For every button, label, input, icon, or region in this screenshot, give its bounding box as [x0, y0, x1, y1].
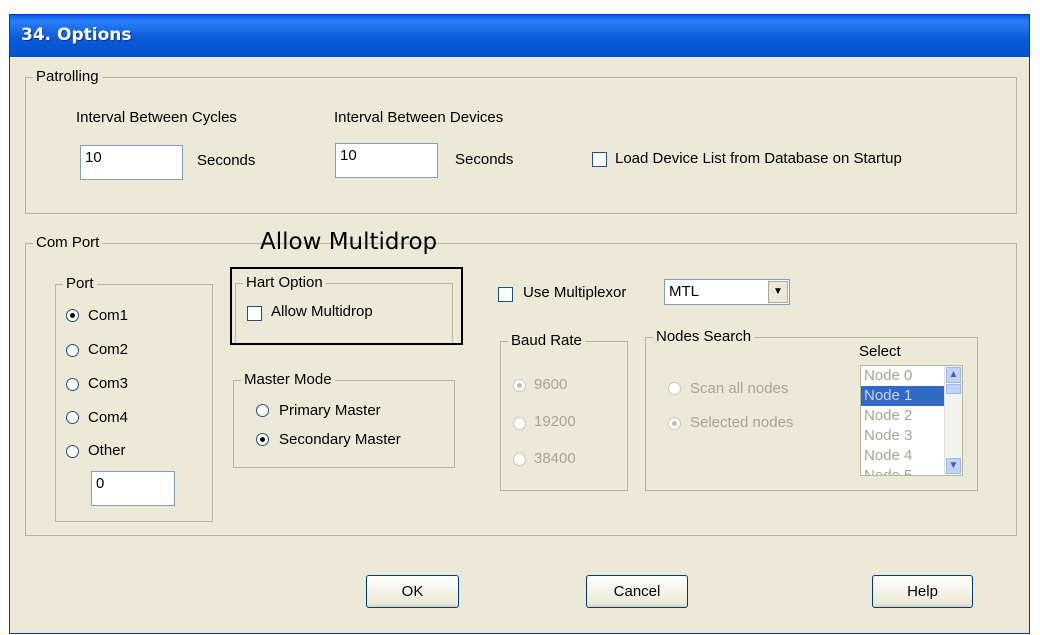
baud-9600-label[interactable]: 9600 — [534, 376, 567, 393]
port-other-input[interactable]: 0 — [91, 471, 175, 506]
secondary-master-radio[interactable] — [256, 433, 269, 446]
title-bar[interactable]: 34. Options — [10, 15, 1029, 57]
secondary-master-label[interactable]: Secondary Master — [279, 431, 401, 448]
baud-19200-label[interactable]: 19200 — [534, 413, 576, 430]
com-port-legend: Com Port — [33, 234, 103, 251]
window-title: 34. Options — [21, 25, 132, 45]
allow-multidrop-callout: Allow Multidrop — [260, 229, 438, 255]
master-mode-group: Master Mode — [233, 371, 455, 468]
cancel-button[interactable]: Cancel — [586, 575, 688, 608]
help-button[interactable]: Help — [872, 575, 973, 608]
port-com4-radio[interactable] — [66, 411, 79, 424]
port-com4-label[interactable]: Com4 — [88, 409, 128, 426]
patrolling-legend: Patrolling — [33, 68, 102, 85]
scroll-down-icon[interactable]: ▼ — [946, 458, 961, 474]
interval-cycles-unit: Seconds — [197, 152, 256, 169]
load-device-list-label[interactable]: Load Device List from Database on Startu… — [615, 150, 902, 167]
hart-option-highlight — [230, 267, 463, 345]
baud-9600-radio[interactable] — [513, 379, 526, 392]
select-label: Select — [859, 343, 901, 360]
port-com3-label[interactable]: Com3 — [88, 375, 128, 392]
interval-devices-unit: Seconds — [455, 151, 514, 168]
port-other-label[interactable]: Other — [88, 442, 126, 459]
interval-cycles-input[interactable]: 10 — [80, 145, 183, 180]
chevron-down-icon[interactable]: ▼ — [768, 281, 788, 303]
nodes-search-legend: Nodes Search — [653, 328, 755, 345]
node-list-scrollbar[interactable]: ▲ ▼ — [944, 366, 962, 475]
scroll-thumb[interactable] — [946, 384, 961, 394]
node-listbox[interactable]: Node 0 Node 1 Node 2 Node 3 Node 4 Node … — [860, 365, 963, 476]
use-multiplexor-checkbox[interactable] — [498, 287, 513, 302]
selected-nodes-label[interactable]: Selected nodes — [690, 414, 793, 431]
baud-38400-radio[interactable] — [513, 453, 526, 466]
primary-master-radio[interactable] — [256, 404, 269, 417]
baud-19200-radio[interactable] — [513, 417, 526, 430]
port-com2-radio[interactable] — [66, 344, 79, 357]
options-dialog: 34. Options Patrolling Interval Between … — [9, 14, 1030, 634]
port-com3-radio[interactable] — [66, 378, 79, 391]
port-com2-label[interactable]: Com2 — [88, 341, 128, 358]
interval-devices-label: Interval Between Devices — [334, 109, 504, 126]
baud-rate-legend: Baud Rate — [508, 332, 585, 349]
scan-all-nodes-radio[interactable] — [668, 382, 681, 395]
selected-nodes-radio[interactable] — [668, 417, 681, 430]
scan-all-nodes-label[interactable]: Scan all nodes — [690, 380, 788, 397]
port-com1-label[interactable]: Com1 — [88, 307, 128, 324]
interval-devices-input[interactable]: 10 — [335, 143, 438, 178]
primary-master-label[interactable]: Primary Master — [279, 402, 381, 419]
port-com1-radio[interactable] — [66, 309, 79, 322]
scroll-up-icon[interactable]: ▲ — [946, 367, 961, 383]
port-other-radio[interactable] — [66, 445, 79, 458]
ok-button[interactable]: OK — [366, 575, 459, 608]
load-device-list-checkbox[interactable] — [592, 152, 607, 167]
interval-cycles-label: Interval Between Cycles — [76, 109, 237, 126]
baud-38400-label[interactable]: 38400 — [534, 450, 576, 467]
multiplexor-selected-value: MTL — [669, 283, 699, 300]
port-legend: Port — [63, 275, 97, 292]
multiplexor-select[interactable]: MTL ▼ — [664, 279, 790, 305]
master-mode-legend: Master Mode — [241, 371, 335, 388]
use-multiplexor-label[interactable]: Use Multiplexor — [523, 284, 626, 301]
